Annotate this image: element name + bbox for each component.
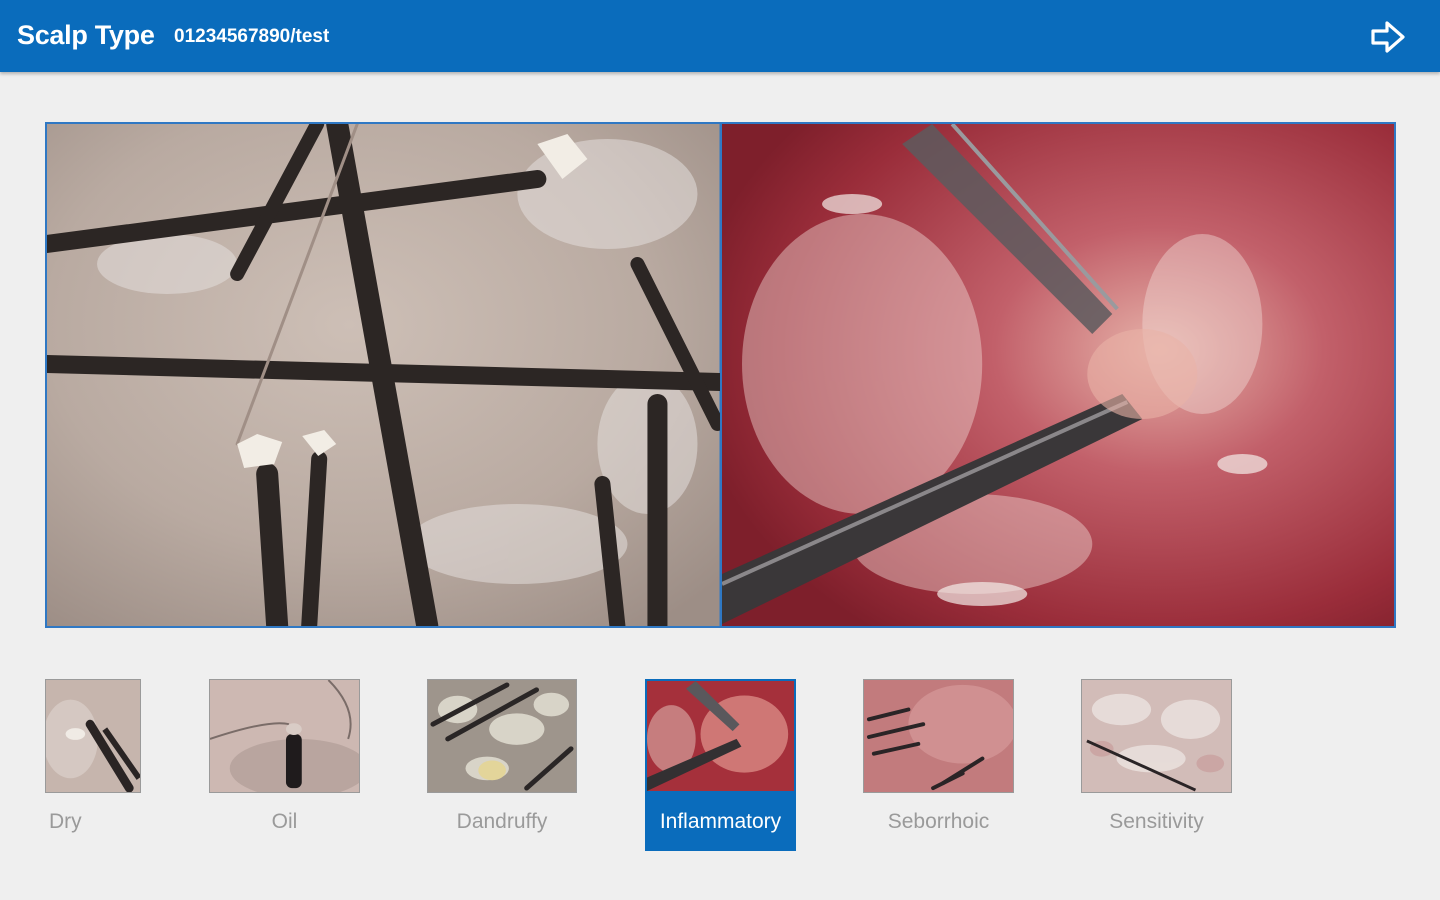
scalp-type-inflammatory[interactable]: Inflammatory bbox=[645, 679, 796, 851]
scalp-type-dry[interactable]: Dry bbox=[45, 679, 141, 851]
scalp-type-label: Seborrhoic bbox=[887, 810, 990, 833]
scalp-type-label: Sensitivity bbox=[1109, 810, 1204, 833]
scalp-type-label: Dry bbox=[49, 810, 82, 833]
scalp-type-dandruffy[interactable]: Dandruffy bbox=[427, 679, 577, 851]
patient-id: 01234567890/test bbox=[174, 26, 330, 47]
dry-thumbnail bbox=[45, 679, 141, 793]
inflammatory-scalp-image bbox=[721, 124, 1394, 626]
scalp-type-seborrhoic[interactable]: Seborrhoic bbox=[863, 679, 1014, 851]
scalp-type-sensitivity[interactable]: Sensitivity bbox=[1081, 679, 1232, 851]
seborrhoic-thumbnail bbox=[863, 679, 1014, 793]
sensitivity-thumbnail bbox=[1081, 679, 1232, 793]
scalp-type-label: Dandruffy bbox=[456, 810, 548, 833]
page-title: Scalp Type bbox=[17, 20, 155, 50]
arrow-right-icon bbox=[1371, 21, 1405, 53]
scalp-type-oil[interactable]: Oil bbox=[209, 679, 360, 851]
app-header: Scalp Type 01234567890/test bbox=[0, 0, 1440, 72]
scalp-type-label: Inflammatory bbox=[659, 810, 782, 833]
dry-scalp-image bbox=[47, 124, 720, 626]
comparison-viewer bbox=[45, 122, 1396, 628]
scalp-type-label: Oil bbox=[271, 810, 298, 833]
inflammatory-thumbnail bbox=[645, 679, 796, 793]
oil-thumbnail bbox=[209, 679, 360, 793]
reference-image-pane bbox=[47, 124, 720, 626]
next-button[interactable] bbox=[1366, 15, 1410, 59]
selected-image-pane bbox=[721, 124, 1394, 626]
dandruffy-thumbnail bbox=[427, 679, 577, 793]
